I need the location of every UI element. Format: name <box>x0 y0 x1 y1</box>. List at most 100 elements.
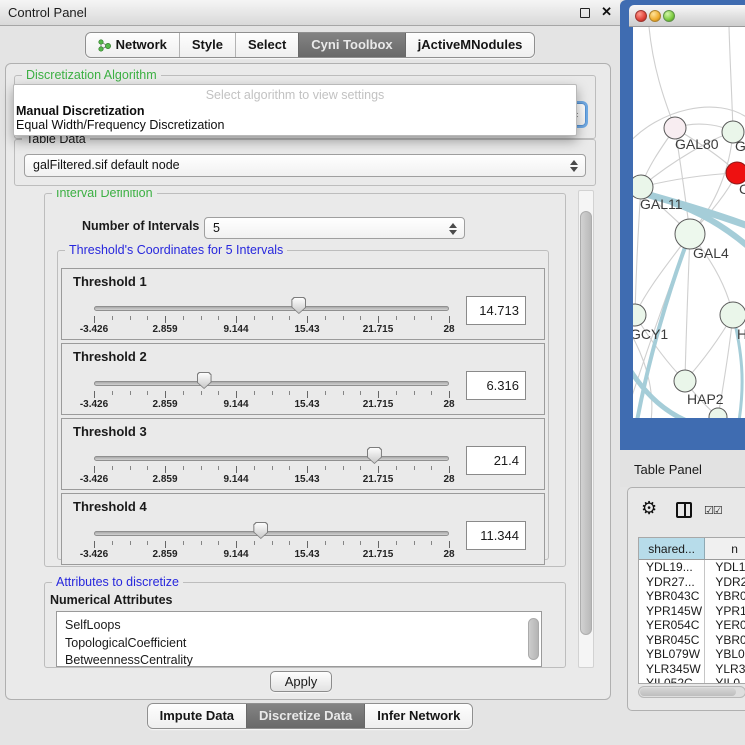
minimize-traffic-light-icon[interactable] <box>649 10 661 22</box>
tick-mark <box>130 466 131 470</box>
node-hap2[interactable] <box>674 370 696 392</box>
cell-name[interactable]: YDR2 <box>705 575 745 590</box>
interval-definition-label: Interval Definition <box>52 190 157 200</box>
table-row[interactable]: YIL052CYIL0 <box>639 676 745 684</box>
gear-icon[interactable]: ⚙ <box>641 498 657 519</box>
threshold-panel-3: Threshold 3-3.4262.8599.14415.4321.71528… <box>61 418 545 490</box>
tick-label: 15.43 <box>277 474 337 485</box>
table-horizontal-scrollbar-thumb[interactable] <box>640 688 736 696</box>
threshold-value-field[interactable]: 6.316 <box>466 371 526 400</box>
column-header-name[interactable]: n <box>705 538 745 559</box>
tick-mark <box>254 541 255 545</box>
tick-mark <box>165 316 166 323</box>
table-row[interactable]: YPR145WYPR1 <box>639 604 745 619</box>
tab-label: Impute Data <box>160 704 234 728</box>
cell-shared-name[interactable]: YIL052C <box>639 676 705 684</box>
tab-jactivemnodules[interactable]: jActiveMNodules <box>405 33 535 57</box>
close-icon[interactable]: ✕ <box>601 4 612 20</box>
node-gcy1[interactable] <box>633 304 646 326</box>
table-row[interactable]: YBR043CYBR0 <box>639 589 745 604</box>
settings-scrollbar[interactable] <box>578 190 594 668</box>
column-header-shared-name[interactable]: shared... <box>639 538 705 559</box>
tick-label: 2.859 <box>135 324 195 335</box>
settings-scrollbar-thumb[interactable] <box>580 211 592 635</box>
slider-track[interactable] <box>94 381 449 386</box>
tick-label: 28 <box>419 399 479 410</box>
table-row[interactable]: YER054CYER0 <box>639 618 745 633</box>
slider-track[interactable] <box>94 456 449 461</box>
number-of-intervals-label: Number of Intervals <box>82 219 199 233</box>
attribute-list-item[interactable]: TopologicalCoefficient <box>57 635 541 653</box>
tab-impute-data[interactable]: Impute Data <box>148 704 246 728</box>
tick-label: 15.43 <box>277 324 337 335</box>
table-row[interactable]: YDL19...YDL1 <box>639 560 745 575</box>
list-scrollbar-thumb[interactable] <box>528 618 539 660</box>
cell-name[interactable]: YDL1 <box>705 560 745 575</box>
tick-mark <box>130 541 131 545</box>
tab-cyni-toolbox[interactable]: Cyni Toolbox <box>298 33 404 57</box>
slider-track[interactable] <box>94 531 449 536</box>
cell-name[interactable]: YLR3 <box>705 662 745 677</box>
table-data-fieldset: Table Data galFiltered.sif default node <box>14 139 596 186</box>
columns-icon[interactable] <box>676 502 692 518</box>
float-window-icon[interactable] <box>580 8 590 18</box>
cell-name[interactable]: YER0 <box>705 618 745 633</box>
tab-infer-network[interactable]: Infer Network <box>364 704 472 728</box>
attribute-list-item[interactable]: SelfLoops <box>57 617 541 635</box>
cell-name[interactable]: YBL0 <box>705 647 745 662</box>
cell-name[interactable]: YBR0 <box>705 633 745 648</box>
cell-shared-name[interactable]: YPR145W <box>639 604 705 619</box>
tick-mark <box>343 466 344 470</box>
slider-ticks <box>94 541 449 549</box>
table-row[interactable]: YBR045CYBR0 <box>639 633 745 648</box>
cell-name[interactable]: YPR1 <box>705 604 745 619</box>
cell-shared-name[interactable]: YDR27... <box>639 575 705 590</box>
cell-shared-name[interactable]: YLR345W <box>639 662 705 677</box>
table-row[interactable]: YLR345WYLR3 <box>639 662 745 677</box>
cell-name[interactable]: YIL0 <box>705 676 745 684</box>
tick-mark <box>147 391 148 395</box>
apply-button[interactable]: Apply <box>270 671 332 692</box>
threshold-label: Threshold 3 <box>73 424 147 439</box>
network-canvas[interactable]: GAL80 GA C GAL11 GAL4 GCY1 H HAP2 <box>633 27 745 418</box>
threshold-value-field[interactable]: 14.713 <box>466 296 526 325</box>
threshold-value-field[interactable]: 21.4 <box>466 446 526 475</box>
slider-tick-labels: -3.4262.8599.14415.4321.71528 <box>94 549 449 560</box>
node-partial-bottom[interactable] <box>709 408 727 418</box>
threshold-value-field[interactable]: 11.344 <box>466 521 526 550</box>
cell-shared-name[interactable]: YER054C <box>639 618 705 633</box>
tab-style[interactable]: Style <box>179 33 235 57</box>
table-data-select[interactable]: galFiltered.sif default node <box>24 154 586 177</box>
tick-mark <box>360 466 361 470</box>
checkbox-icon[interactable]: ☑ <box>704 505 713 517</box>
slider-thumb[interactable] <box>367 447 382 464</box>
table-row[interactable]: YDR27...YDR2 <box>639 575 745 590</box>
cell-shared-name[interactable]: YBR045C <box>639 633 705 648</box>
cell-shared-name[interactable]: YBR043C <box>639 589 705 604</box>
tab-select[interactable]: Select <box>235 33 298 57</box>
slider-thumb[interactable] <box>291 297 306 314</box>
cell-shared-name[interactable]: YDL19... <box>639 560 705 575</box>
cell-name[interactable]: YBR0 <box>705 589 745 604</box>
cell-shared-name[interactable]: YBL079W <box>639 647 705 662</box>
slider-thumb[interactable] <box>253 522 268 539</box>
node-partial-mid-right[interactable] <box>720 302 745 328</box>
dropdown-option-equal-width[interactable]: Equal Width/Frequency Discretization <box>16 118 224 132</box>
zoom-traffic-light-icon[interactable] <box>663 10 675 22</box>
table-horizontal-scrollbar[interactable] <box>638 686 745 698</box>
table-row[interactable]: YBL079WYBL0 <box>639 647 745 662</box>
tick-mark <box>431 316 432 320</box>
tick-mark <box>201 541 202 545</box>
tab-network[interactable]: Network <box>86 33 179 57</box>
slider-thumb[interactable] <box>197 372 212 389</box>
tab-discretize-data[interactable]: Discretize Data <box>246 704 364 728</box>
checkbox-icon[interactable]: ☑ <box>713 505 722 517</box>
threshold-panel-4: Threshold 4-3.4262.8599.14415.4321.71528… <box>61 493 545 565</box>
dropdown-option-manual[interactable]: Manual Discretization <box>16 104 145 118</box>
slider-track[interactable] <box>94 306 449 311</box>
attribute-list-item[interactable]: BetweennessCentrality <box>57 652 541 667</box>
select-columns-checkboxes[interactable]: ☑☑ <box>704 504 722 517</box>
threshold-label: Threshold 2 <box>73 349 147 364</box>
close-traffic-light-icon[interactable] <box>635 10 647 22</box>
number-of-intervals-select[interactable]: 5 <box>204 217 465 239</box>
